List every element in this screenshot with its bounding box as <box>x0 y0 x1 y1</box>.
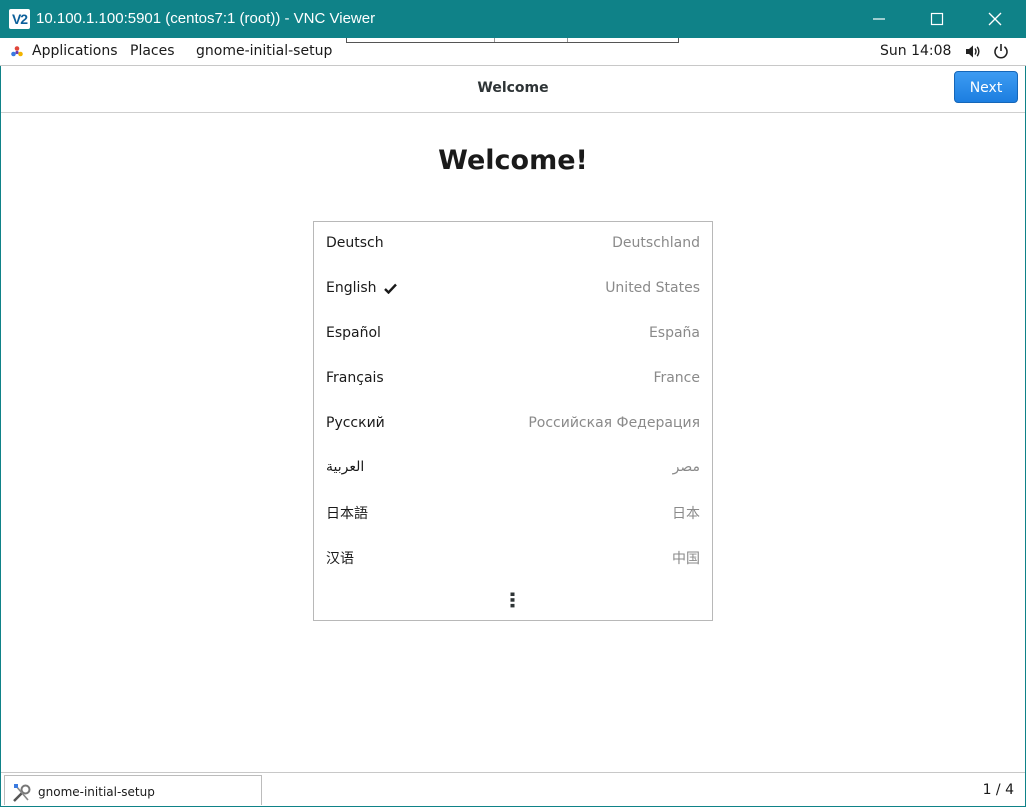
close-icon <box>988 12 1002 26</box>
places-menu[interactable]: Places <box>130 42 175 60</box>
setup-tools-icon <box>13 784 31 802</box>
language-name: Español <box>326 325 381 341</box>
volume-icon[interactable] <box>965 44 982 59</box>
language-row[interactable]: 日本語 日本 <box>314 490 712 535</box>
language-country: 中国 <box>672 551 700 567</box>
language-row[interactable]: Français France <box>314 357 712 402</box>
language-row[interactable]: العربية مصر <box>314 446 712 491</box>
vertical-ellipsis-icon[interactable] <box>510 592 515 608</box>
window-title: 10.100.1.100:5901 (centos7:1 (root)) - V… <box>36 10 376 27</box>
workspace-indicator[interactable]: 1 / 4 <box>983 782 1014 798</box>
language-name: Deutsch <box>326 235 384 251</box>
language-row[interactable]: 汉语 中国 <box>314 535 712 580</box>
vnc-logo-icon: V2 <box>9 9 30 29</box>
language-country: مصر <box>672 459 700 475</box>
window-list-bar: gnome-initial-setup 1 / 4 <box>1 772 1025 807</box>
taskbar-item[interactable]: gnome-initial-setup <box>4 775 262 805</box>
close-button[interactable] <box>966 0 1024 38</box>
language-country: España <box>648 325 700 341</box>
language-name: Français <box>326 370 384 386</box>
language-name: 汉语 <box>326 551 354 567</box>
clock[interactable]: Sun 14:08 <box>880 42 951 60</box>
language-name: Русский <box>326 415 385 431</box>
power-icon[interactable] <box>993 43 1009 59</box>
taskbar-item-label: gnome-initial-setup <box>38 785 155 799</box>
toolbar-divider <box>494 38 495 42</box>
header-bar: Welcome Next <box>1 66 1025 113</box>
language-row[interactable]: Русский Российская Федерация <box>314 402 712 447</box>
language-name: العربية <box>326 459 365 475</box>
vnc-title-bar[interactable]: V2 10.100.1.100:5901 (centos7:1 (root)) … <box>0 0 1026 38</box>
language-name: English <box>326 280 377 296</box>
language-country: 日本 <box>672 506 700 522</box>
language-row[interactable]: English United States <box>314 267 712 312</box>
language-name: 日本語 <box>326 506 368 522</box>
header-title: Welcome <box>477 80 549 96</box>
language-row[interactable]: Deutsch Deutschland <box>314 222 712 267</box>
maximize-button[interactable] <box>908 0 966 38</box>
applications-menu[interactable]: Applications <box>32 42 118 60</box>
language-country: Российская Федерация <box>528 415 700 431</box>
language-country: France <box>653 370 700 386</box>
check-icon <box>384 283 397 294</box>
applications-icon <box>11 46 23 57</box>
maximize-icon <box>930 12 944 26</box>
minimize-button[interactable] <box>850 0 908 38</box>
minimize-icon <box>873 18 885 20</box>
toolbar-divider <box>567 38 568 42</box>
language-country: Deutschland <box>612 235 700 251</box>
language-country: United States <box>605 280 700 296</box>
language-list[interactable]: Deutsch Deutschland English United State… <box>313 221 713 621</box>
page-title: Welcome! <box>438 145 588 176</box>
next-button[interactable]: Next <box>954 71 1018 103</box>
vnc-toolbar-remnant <box>346 38 679 43</box>
app-menu[interactable]: gnome-initial-setup <box>196 42 332 60</box>
language-row[interactable]: Español España <box>314 312 712 357</box>
